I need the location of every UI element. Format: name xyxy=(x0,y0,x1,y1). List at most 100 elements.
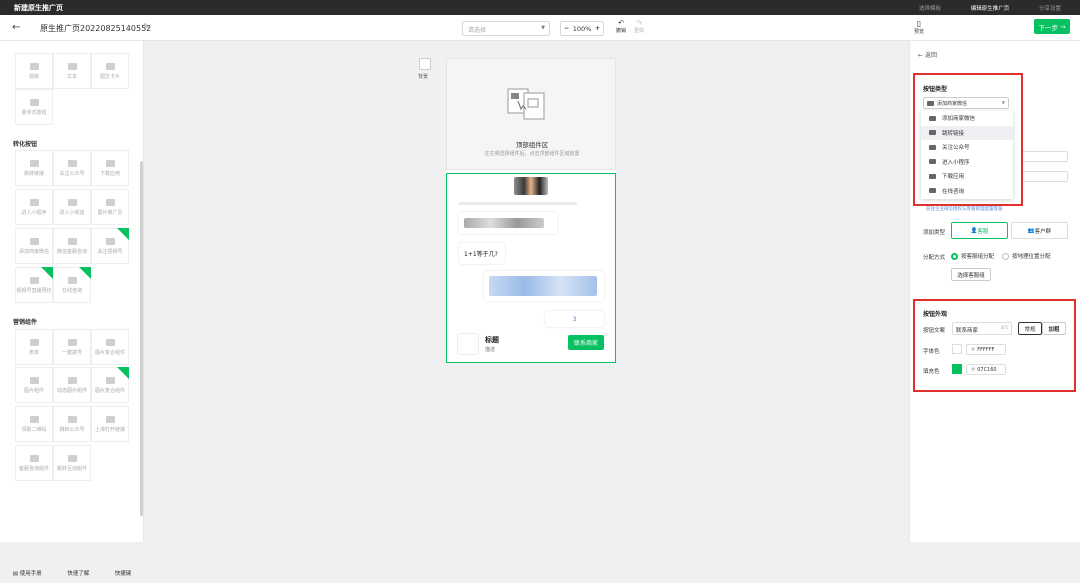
font-color-swatch[interactable] xyxy=(952,344,962,354)
comp-label: 在线咨询 xyxy=(61,288,82,294)
comp-image[interactable]: 图片组件 xyxy=(15,367,53,403)
style-normal-button[interactable]: 常规 xyxy=(1018,322,1042,335)
comp-float-button[interactable]: 悬浮式按钮 xyxy=(15,89,53,125)
service-config-link[interactable]: 前往企业微信授权与客服管理配置客服 xyxy=(926,206,1003,212)
menu-item-mini-program[interactable]: 进入小程序 xyxy=(921,155,1013,170)
card-icon xyxy=(105,63,115,70)
shortcuts-link[interactable]: 快捷键 xyxy=(115,569,132,577)
live-icon xyxy=(29,277,39,284)
assign-by-location-radio[interactable]: 按地理位置分配 xyxy=(1002,252,1051,260)
appearance-title: 按钮外观 xyxy=(923,311,948,318)
panel-back-button[interactable]: ← 返回 xyxy=(918,50,937,59)
blurred-text xyxy=(464,218,544,228)
chat-question-bubble: 1+1等于几? xyxy=(459,243,505,264)
comp-mini-shop[interactable]: 进入小商店 xyxy=(53,189,91,225)
comp-animated-image[interactable]: 动态图片组件 xyxy=(53,367,91,403)
comp-jump-link[interactable]: 跳转链接 xyxy=(15,150,53,186)
comp-card[interactable]: 图文卡片 xyxy=(91,53,129,89)
background-button[interactable] xyxy=(419,58,431,70)
component-select[interactable]: 请选择 ▼ xyxy=(462,21,550,36)
comp-form[interactable]: 表单 xyxy=(15,329,53,365)
next-step-button[interactable]: 下一步 → xyxy=(1034,19,1070,34)
assign-by-group-radio[interactable]: 按客服组分配 xyxy=(951,252,994,260)
redo-label: 重做 xyxy=(633,28,644,34)
zoom-out-button[interactable]: − xyxy=(564,25,569,32)
button-text-input[interactable]: 联系商家 4/5 xyxy=(952,322,1012,335)
account-icon xyxy=(67,416,77,423)
fill-color-input[interactable]: #07C160 xyxy=(966,364,1006,375)
zoom-control: − 100% + xyxy=(560,21,604,36)
sidebar-scrollbar[interactable] xyxy=(140,161,143,516)
comp-download-app[interactable]: 下载应用 xyxy=(91,150,129,186)
font-color-input[interactable]: # FFFFFF xyxy=(966,344,1006,355)
style-label: 加粗 xyxy=(1048,326,1060,333)
menu-item-download-app[interactable]: 下载应用 xyxy=(921,169,1013,184)
comp-online-consult[interactable]: 在线咨询 xyxy=(53,267,91,303)
divider xyxy=(459,202,577,205)
zoom-in-button[interactable]: + xyxy=(595,25,600,32)
add-type-label: 添加类型 xyxy=(923,230,946,236)
interactive-icon xyxy=(67,455,77,462)
mini-program-icon xyxy=(929,159,936,165)
choose-group-button[interactable]: 选择客服组 xyxy=(951,268,991,281)
preview-button[interactable]: ▯ 预览 xyxy=(914,19,924,35)
comp-wechat-service[interactable]: 微信客服咨询 xyxy=(53,228,91,264)
comp-image-compound-2[interactable]: 图片复合组件 xyxy=(91,367,129,403)
comp-label: 表单 xyxy=(28,350,39,356)
comp-image-page[interactable]: 图片推广页 xyxy=(91,189,129,225)
link-icon xyxy=(929,130,936,136)
hidden-field-1[interactable] xyxy=(1020,151,1068,162)
zoom-level: 100% xyxy=(572,24,592,33)
comp-call[interactable]: 一键拨号 xyxy=(53,329,91,365)
add-type-group-tab[interactable]: 👥 客户群 xyxy=(1011,222,1068,239)
contact-merchant-button[interactable]: 联系商家 xyxy=(568,335,604,350)
quick-guide-link[interactable]: 快速了解 xyxy=(67,569,89,577)
button-appearance-highlight: 按钮外观 按钮文案 联系商家 4/5 常规 加粗 字体色 # FFFFFF 填充色… xyxy=(913,299,1076,392)
menu-item-online-consult[interactable]: 在线咨询 xyxy=(921,184,1013,199)
hidden-field-2[interactable] xyxy=(1020,171,1068,182)
menu-item-follow-account[interactable]: 关注公众号 xyxy=(921,140,1013,155)
comp-label: 图片推广页 xyxy=(97,210,123,216)
comp-interactive[interactable]: 跳转互动组件 xyxy=(53,445,91,481)
form-icon xyxy=(29,339,39,346)
new-badge xyxy=(117,228,129,240)
menu-item-jump-link[interactable]: 跳转链接 xyxy=(921,125,1013,140)
menu-item-label: 添加商家微信 xyxy=(942,116,976,123)
link-icon xyxy=(29,160,39,167)
top-component-area[interactable]: 顶部组件区 在左侧选择组件后，点击顶部组件区域放置 xyxy=(446,58,616,170)
back-arrow-icon[interactable]: ← xyxy=(12,22,20,33)
new-badge xyxy=(117,367,129,379)
comp-qrcode[interactable]: 领取二维码 xyxy=(15,406,53,442)
page-name: 原生推广页20220825140552 xyxy=(40,24,152,33)
comp-service-consult[interactable]: 客服咨询组件 xyxy=(15,445,53,481)
comp-follow-account[interactable]: 关注公众号 xyxy=(53,150,91,186)
comp-image-compound[interactable]: 图片复合组件 xyxy=(91,329,129,365)
chat-icon xyxy=(67,277,77,284)
comp-add-wechat[interactable]: 添加商家微信 xyxy=(15,228,53,264)
button-text-label: 按钮文案 xyxy=(923,328,946,334)
new-badge xyxy=(41,267,53,279)
comp-label: 关注公众号 xyxy=(59,171,85,177)
comp-label: 跳转公众号 xyxy=(59,427,85,433)
comp-jump-account[interactable]: 跳转公众号 xyxy=(53,406,91,442)
style-bold-button[interactable]: 加粗 xyxy=(1042,322,1066,335)
comp-swipe-link[interactable]: 上滑打开链接 xyxy=(91,406,129,442)
button-type-dropdown[interactable]: 添加商家微信 ▼ xyxy=(923,97,1009,109)
comp-mini-program[interactable]: 进入小程序 xyxy=(15,189,53,225)
fill-color-swatch[interactable] xyxy=(952,364,962,374)
comp-video[interactable]: 视频 xyxy=(15,53,53,89)
card-thumbnail xyxy=(457,333,479,355)
redo-button[interactable]: ↷ 重做 xyxy=(631,19,647,34)
add-type-service-tab[interactable]: 👤 客服 xyxy=(951,222,1008,239)
selected-component-area[interactable]: 1+1等于几? 3 标题 描述 联系商家 xyxy=(446,173,616,363)
comp-text[interactable]: 文本 xyxy=(53,53,91,89)
manual-link[interactable]: ▤ 使用手册 xyxy=(13,569,42,577)
comp-follow-channel[interactable]: 关注视频号 xyxy=(91,228,129,264)
comp-label: 图片复合组件 xyxy=(94,388,125,394)
redo-icon: ↷ xyxy=(636,19,642,27)
menu-item-add-wechat[interactable]: 添加商家微信 xyxy=(921,111,1013,126)
undo-button[interactable]: ↶ 撤销 xyxy=(613,19,629,34)
comp-live-reserve[interactable]: 视频号直播预约 xyxy=(15,267,53,303)
pencil-icon[interactable]: ✎ xyxy=(143,22,150,31)
chat-bubble-blurred-blue xyxy=(484,271,604,301)
